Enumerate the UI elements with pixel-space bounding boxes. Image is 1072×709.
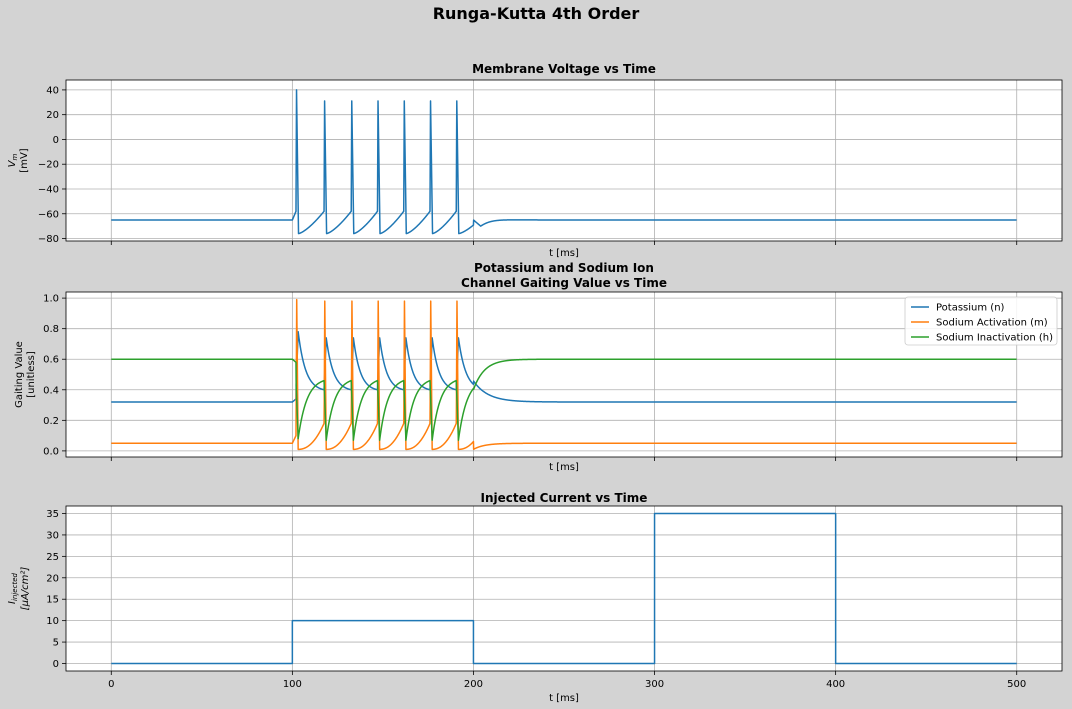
plot-area <box>66 506 1062 671</box>
y-axis-label: Gaiting Value [unitless] <box>14 341 37 408</box>
axes-title: Channel Gaiting Value vs Time <box>461 276 667 290</box>
axes-2: 0.0 0.2 0.4 0.6 0.8 1.0 Potassium and Sodium I… <box>14 261 1063 473</box>
y-label-line-2: [μA/cm²] <box>20 567 31 611</box>
x-tick-label: 300 <box>645 679 664 690</box>
plot-area <box>66 80 1062 241</box>
y-tick-label: 5 <box>53 638 59 649</box>
axes-title: Membrane Voltage vs Time <box>472 62 656 76</box>
x-tick-label: 100 <box>283 679 302 690</box>
y-tick-label: 0.0 <box>43 446 59 457</box>
y-tick-label: 20 <box>46 573 59 584</box>
y-tick-label: 40 <box>46 85 59 96</box>
legend: Potassium (n) Sodium Activation (m) Sodium… <box>904 296 1058 346</box>
y-tick-label: 0.6 <box>43 355 59 366</box>
y-axis-label: Vm [mV] <box>7 148 30 172</box>
y-label-line-1: Iinjected <box>7 572 19 603</box>
y-tick-label: 20 <box>46 110 59 121</box>
y-tick-label: 15 <box>46 595 59 606</box>
y-label-line-2: [mV] <box>19 148 30 172</box>
y-tick-label: 30 <box>46 530 59 541</box>
axes-title: Injected Current vs Time <box>481 491 648 505</box>
y-tick-label: 0.8 <box>43 324 59 335</box>
plots: −80 −60 −40 −20 0 20 40 Membrane Voltage vs Tim… <box>7 62 1063 704</box>
y-axis-label: Iinjected [μA/cm²] <box>7 567 31 611</box>
y-tick-label: −80 <box>38 234 59 245</box>
legend-label: Sodium Activation (m) <box>936 318 1048 329</box>
y-tick-label: 0.2 <box>43 416 59 427</box>
figure-title: Runga-Kutta 4th Order <box>433 4 640 23</box>
figure: Runga-Kutta 4th Order −80 −60 −40 −20 0 20 40 M… <box>7 4 1063 704</box>
y-label-line-2: [unitless] <box>26 351 37 398</box>
y-tick-label: −20 <box>38 160 59 171</box>
y-tick-label: −60 <box>38 209 59 220</box>
y-tick-label: 0 <box>53 135 59 146</box>
y-tick-label: −40 <box>38 184 59 195</box>
y-tick-label: 0.4 <box>43 385 59 396</box>
x-axis-label: t [ms] <box>549 462 579 473</box>
x-tick-label: 0 <box>108 679 114 690</box>
legend-label: Sodium Inactivation (h) <box>936 333 1053 344</box>
y-label-line-1: Vm <box>7 153 19 167</box>
y-tick-label: 1.0 <box>43 294 59 305</box>
y-tick-label: 35 <box>46 509 59 520</box>
legend-label: Potassium (n) <box>936 303 1005 314</box>
x-tick-label: 500 <box>1007 679 1026 690</box>
y-label-line-1: Gaiting Value <box>14 341 25 408</box>
axes-title: Potassium and Sodium Ion <box>474 261 654 275</box>
x-axis-label: t [ms] <box>549 693 579 704</box>
y-tick-label: 10 <box>46 616 59 627</box>
axes-1: −80 −60 −40 −20 0 20 40 Membrane Voltage vs Tim… <box>7 62 1063 259</box>
x-axis-label: t [ms] <box>549 248 579 259</box>
axes-3: 0 100 200 300 400 500 0 5 10 15 20 25 30 35 Injected C… <box>7 491 1063 704</box>
y-tick-label: 0 <box>53 659 59 670</box>
y-tick-label: 25 <box>46 552 59 563</box>
x-tick-label: 200 <box>464 679 483 690</box>
x-tick-label: 400 <box>826 679 845 690</box>
